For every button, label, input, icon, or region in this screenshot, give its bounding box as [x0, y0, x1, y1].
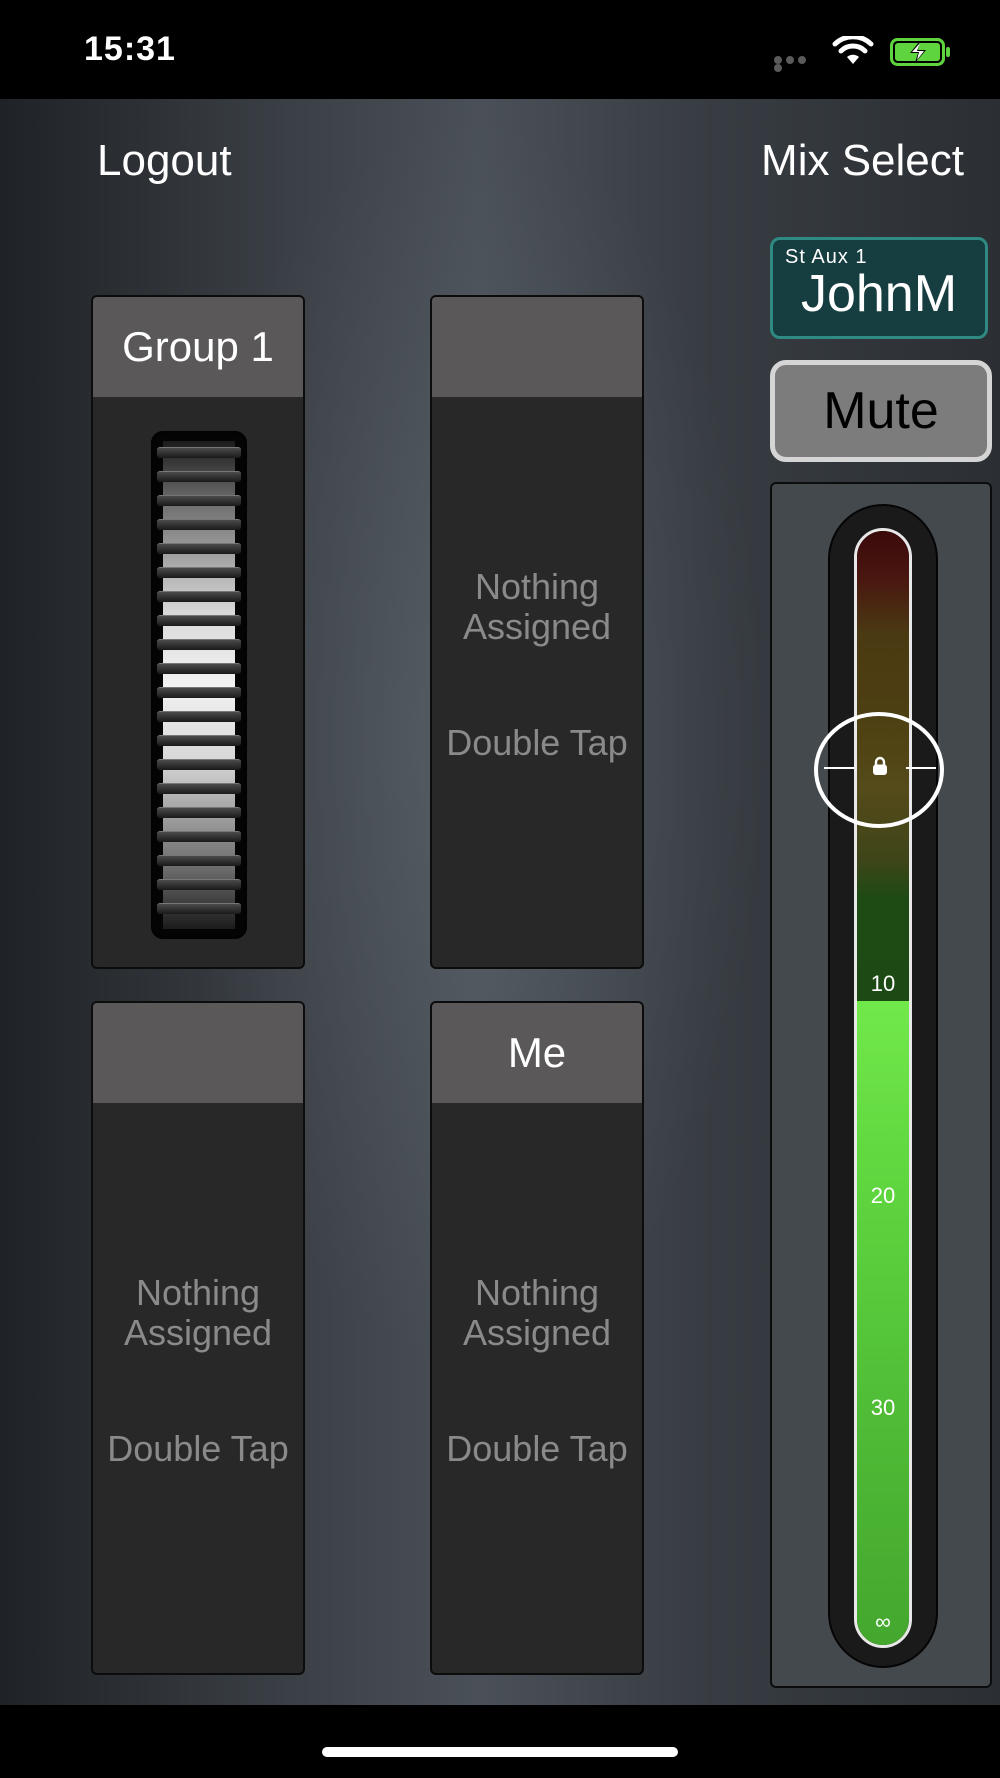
status-time: 15:31	[84, 30, 176, 68]
level-meter: 10 20 30 ∞	[854, 528, 912, 1648]
channel-panel-me[interactable]: Me Nothing Assigned Double Tap	[430, 1001, 644, 1675]
meter-level-fill	[857, 1001, 909, 1645]
wifi-icon	[832, 36, 874, 64]
channel-panel-group-1[interactable]: Group 1	[91, 295, 305, 969]
logout-button[interactable]: Logout	[97, 136, 232, 186]
signal-dots-icon	[774, 56, 820, 72]
scale-tick: ∞	[875, 1609, 891, 1634]
nothing-assigned-label: Nothing Assigned	[462, 566, 612, 647]
scale-tick: 30	[870, 1395, 896, 1420]
double-tap-hint: Double Tap	[446, 722, 628, 763]
panel-title	[93, 1003, 303, 1103]
nothing-assigned-label: Nothing Assigned	[123, 1272, 273, 1353]
aux-mix-selector[interactable]: St Aux 1 JohnM	[770, 237, 988, 339]
scale-tick: 10	[870, 971, 896, 996]
mute-button[interactable]: Mute	[770, 360, 992, 462]
scale-tick: 20	[870, 1183, 896, 1208]
panel-title: Group 1	[93, 297, 303, 397]
group-fader[interactable]	[151, 431, 247, 939]
panel-title: Me	[432, 1003, 642, 1103]
panel-title	[432, 297, 642, 397]
mix-select-button[interactable]: Mix Select	[761, 136, 964, 186]
master-fader-panel: 10 20 30 ∞	[770, 482, 992, 1688]
nothing-assigned-label: Nothing Assigned	[462, 1272, 612, 1353]
lock-icon	[873, 756, 887, 775]
master-fader-track[interactable]: 10 20 30 ∞	[828, 504, 938, 1668]
knob-indicator-line	[824, 767, 854, 769]
channel-panel-empty-1[interactable]: Nothing Assigned Double Tap	[430, 295, 644, 969]
knob-indicator-line	[906, 767, 936, 769]
double-tap-hint: Double Tap	[107, 1428, 289, 1469]
double-tap-hint: Double Tap	[446, 1428, 628, 1469]
aux-mix-name: JohnM	[800, 265, 958, 323]
channel-panel-empty-2[interactable]: Nothing Assigned Double Tap	[91, 1001, 305, 1675]
home-indicator[interactable]	[322, 1747, 678, 1757]
status-bar: 15:31	[0, 0, 1000, 99]
battery-charging-icon	[890, 38, 950, 66]
home-bar-area	[0, 1705, 1000, 1778]
